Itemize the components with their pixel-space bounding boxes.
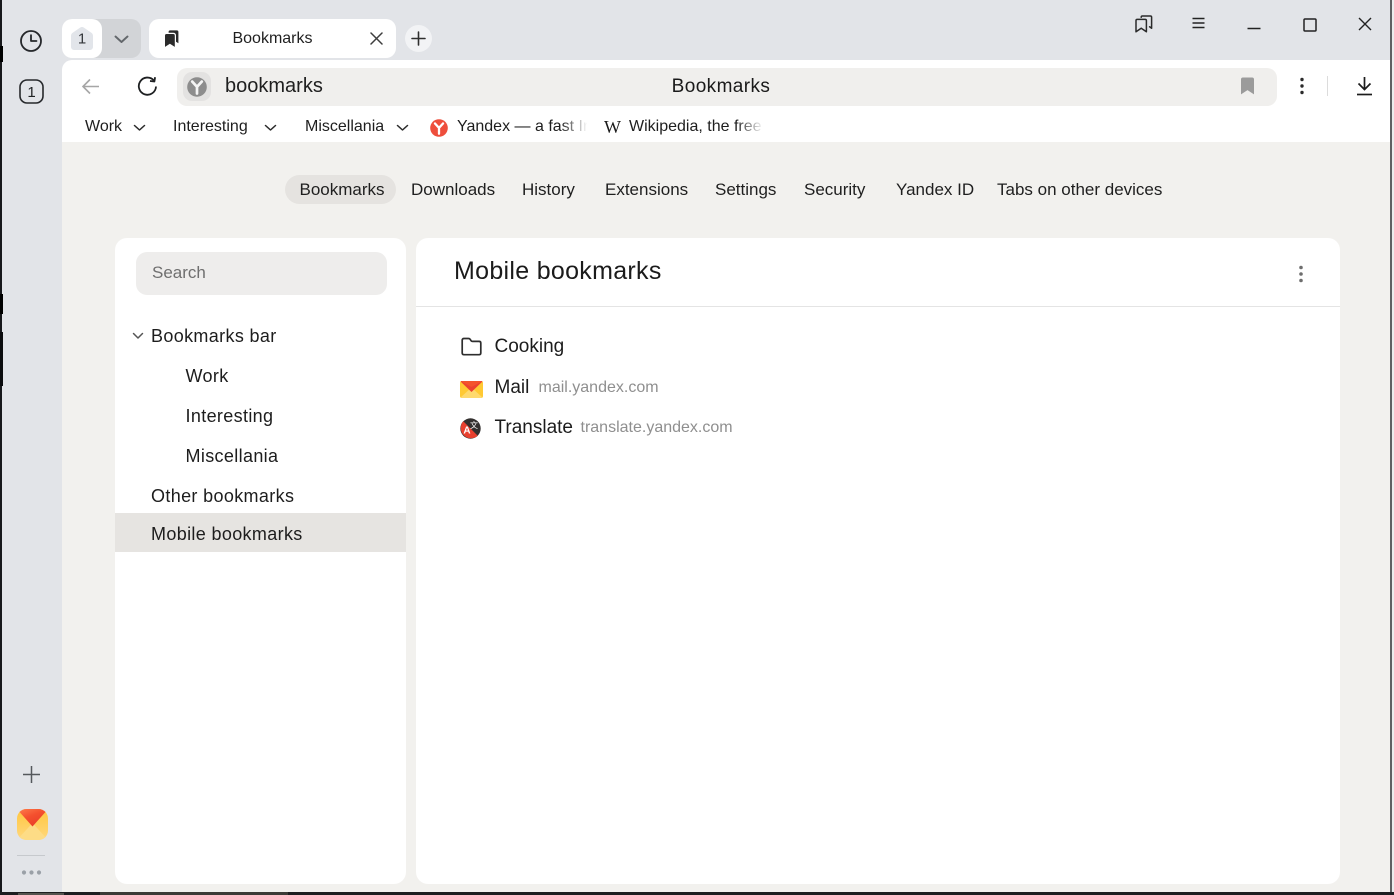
svg-text:1: 1: [27, 84, 35, 101]
svg-text:文: 文: [470, 420, 478, 430]
svg-text:1: 1: [77, 31, 85, 48]
